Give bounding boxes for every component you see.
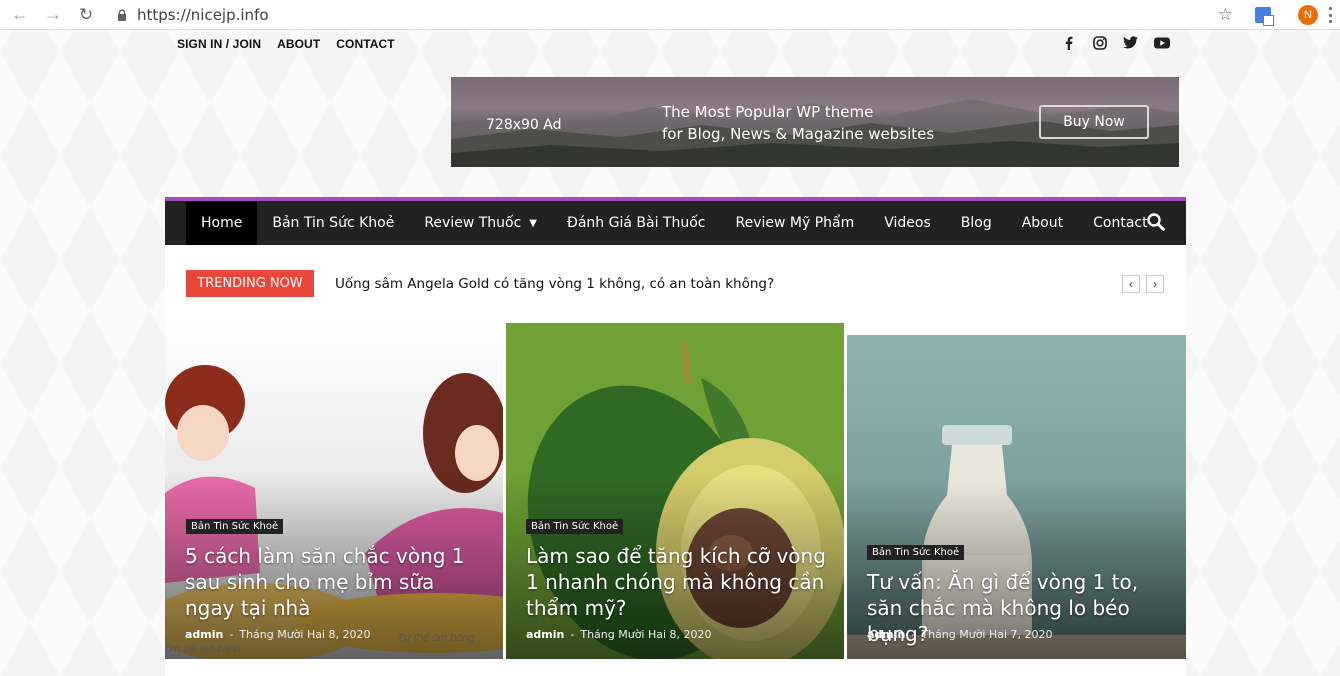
back-arrow-icon[interactable]: ←	[7, 2, 33, 28]
meta-separator: -	[229, 628, 234, 641]
post-date: Tháng Mười Hai 8, 2020	[239, 628, 371, 641]
forward-arrow-icon[interactable]: →	[40, 2, 66, 28]
post-meta: admin - Tháng Mười Hai 7, 2020	[867, 628, 1053, 641]
post-author[interactable]: admin	[867, 628, 905, 641]
post-author[interactable]: admin	[185, 628, 223, 641]
image-caption: ôm trẻ vừi cánh	[165, 643, 242, 655]
post-title[interactable]: Làm sao để tăng kích cỡ vòng 1 nhanh chó…	[526, 543, 826, 621]
nav-item-ban-tin-suc-khoe[interactable]: Bản Tin Sức Khoẻ	[257, 201, 409, 245]
reload-icon[interactable]: ↻	[73, 2, 99, 28]
featured-post-card[interactable]: Bản Tin Sức Khoẻ Tư vấn: Ăn gì để vòng 1…	[847, 335, 1186, 659]
category-badge[interactable]: Bản Tin Sức Khoẻ	[526, 519, 624, 534]
buy-now-button[interactable]: Buy Now	[1039, 105, 1149, 139]
post-date: Tháng Mười Hai 8, 2020	[580, 628, 712, 641]
trending-headline-link[interactable]: Uống sâm Angela Gold có tăng vòng 1 khôn…	[335, 276, 774, 292]
nav-item-review-thuoc[interactable]: Review Thuốc ▼	[409, 201, 552, 245]
nav-item-videos[interactable]: Videos	[869, 201, 946, 245]
lock-icon	[117, 8, 127, 21]
top-menu: SIGN IN / JOIN ABOUT CONTACT	[177, 37, 395, 51]
nav-item-home[interactable]: Home	[186, 201, 258, 245]
nav-item-review-my-pham[interactable]: Review Mỹ Phẩm	[720, 201, 869, 245]
ad-line-2: for Blog, News & Magazine websites	[662, 125, 935, 143]
translate-icon[interactable]	[1255, 7, 1274, 26]
chevron-down-icon: ▼	[529, 217, 537, 229]
category-badge[interactable]: Bản Tin Sức Khoẻ	[867, 545, 965, 560]
post-date: Tháng Mười Hai 7, 2020	[921, 628, 1053, 641]
sign-in-link[interactable]: SIGN IN / JOIN	[177, 37, 261, 51]
facebook-icon[interactable]	[1060, 34, 1077, 51]
profile-avatar[interactable]: N	[1298, 5, 1318, 25]
twitter-icon[interactable]	[1122, 34, 1139, 51]
browser-toolbar: ← → ↻ https://nicejp.info ☆ N	[0, 0, 1340, 30]
main-navigation: Home Bản Tin Sức Khoẻ Review Thuốc ▼ Đán…	[165, 197, 1186, 245]
nav-item-about[interactable]: About	[1007, 201, 1078, 245]
nav-item-danh-gia-bai-thuoc[interactable]: Đánh Giá Bài Thuốc	[552, 201, 720, 245]
ad-banner[interactable]: 728x90 Ad The Most Popular WP theme for …	[451, 77, 1179, 167]
social-icons	[1060, 34, 1170, 51]
trending-arrows: ‹ ›	[1122, 275, 1164, 293]
youtube-icon[interactable]	[1153, 34, 1170, 51]
featured-post-card[interactable]: Bản Tin Sức Khoẻ 5 cách làm săn chắc vòn…	[165, 323, 503, 659]
search-icon[interactable]	[1146, 212, 1166, 232]
chevron-right-icon[interactable]: ›	[1146, 275, 1164, 293]
post-title[interactable]: 5 cách làm săn chắc vòng 1 sau sinh cho …	[185, 543, 485, 621]
meta-separator: -	[570, 628, 575, 641]
browser-menu-icon[interactable]	[1328, 7, 1332, 23]
chevron-left-icon[interactable]: ‹	[1122, 275, 1140, 293]
ad-text: The Most Popular WP theme for Blog, News…	[662, 101, 934, 145]
post-meta: admin - Tháng Mười Hai 8, 2020	[526, 628, 712, 641]
nav-item-label: Review Thuốc	[424, 215, 522, 231]
address-bar[interactable]: https://nicejp.info	[137, 6, 269, 24]
meta-separator: -	[911, 628, 916, 641]
post-meta: admin - Tháng Mười Hai 8, 2020	[185, 628, 371, 641]
ad-line-1: The Most Popular WP theme	[662, 103, 874, 121]
ad-size-label: 728x90 Ad	[486, 117, 562, 133]
featured-post-card[interactable]: Bản Tin Sức Khoẻ Làm sao để tăng kích cỡ…	[506, 323, 844, 659]
nav-item-blog[interactable]: Blog	[946, 201, 1007, 245]
category-badge[interactable]: Bản Tin Sức Khoẻ	[186, 519, 284, 534]
trending-now-label: TRENDING NOW	[186, 270, 314, 297]
contact-link[interactable]: CONTACT	[336, 37, 394, 51]
bookmark-star-icon[interactable]: ☆	[1218, 5, 1233, 25]
about-link[interactable]: ABOUT	[277, 37, 320, 51]
instagram-icon[interactable]	[1091, 34, 1108, 51]
post-author[interactable]: admin	[526, 628, 564, 641]
image-caption: Tư thế ôm bóng	[397, 632, 475, 644]
